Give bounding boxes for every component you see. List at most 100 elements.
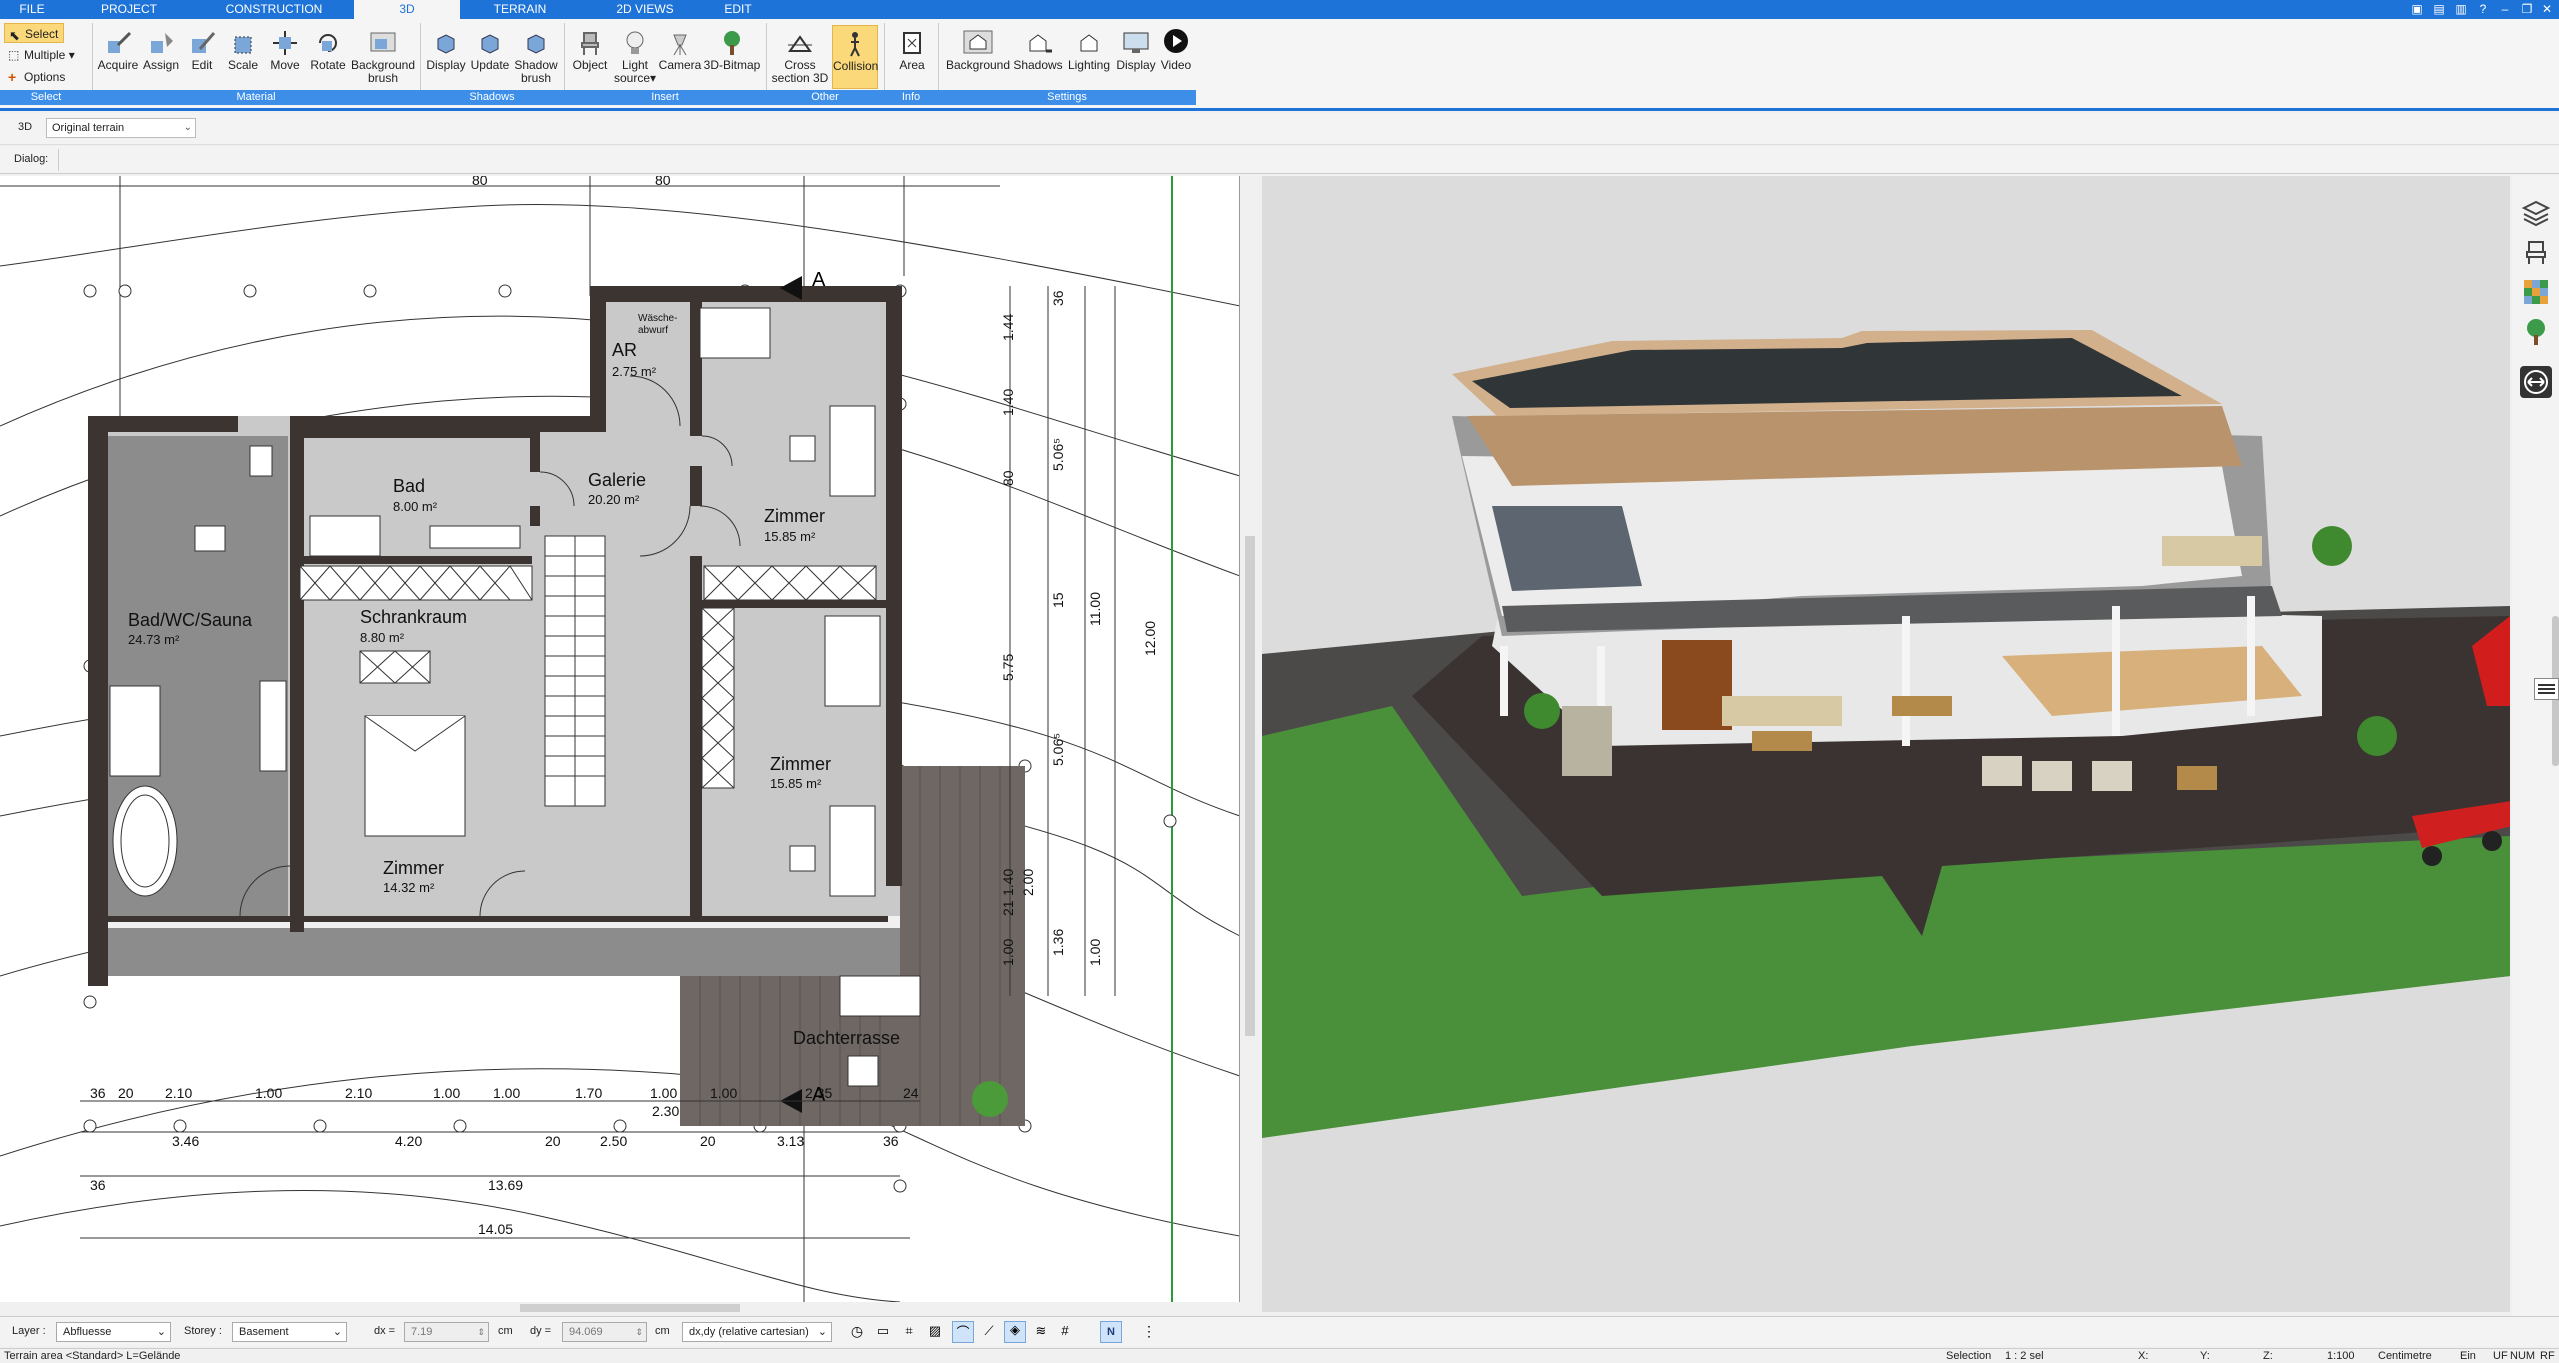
multiple-dropdown[interactable]: ⬚ Multiple ▾ [4, 45, 88, 65]
tab-construction[interactable]: CONSTRUCTION [194, 0, 354, 19]
tab-2d-views[interactable]: 2D VIEWS [580, 0, 710, 19]
layer-snap-icon[interactable]: ◈ [1004, 1321, 1026, 1343]
dx-unit: cm [498, 1325, 513, 1337]
terrain-select[interactable]: Original terrain ⌄ [46, 118, 196, 138]
paint-bucket-icon [151, 33, 173, 53]
room-name: Schrankraum [360, 607, 467, 627]
ein-indicator: Ein [2460, 1350, 2476, 1362]
materials-icon[interactable] [2520, 276, 2552, 308]
quick-print-icon[interactable]: ▥ [2453, 2, 2469, 17]
hatch-icon[interactable]: ≋ [1032, 1323, 1050, 1341]
cursor-icon: ⬉ [9, 28, 20, 43]
camera-icon [673, 34, 687, 56]
room-area: 8.00 m² [393, 499, 438, 514]
section-label-top: A [812, 269, 826, 291]
layer-select[interactable]: Abfluesse ⌄ [56, 1322, 171, 1342]
navigation-icon[interactable] [2520, 366, 2552, 398]
group-shadows-label: Shadows [469, 91, 515, 103]
chair-icon [581, 32, 599, 55]
dy-input[interactable]: 94.069 ⇕ [562, 1322, 647, 1342]
angle-snap-icon[interactable]: ⌒ [952, 1321, 974, 1343]
selection-label: Selection [1946, 1350, 1992, 1362]
options-button[interactable]: + Options [4, 67, 84, 87]
plant-icon [972, 1081, 1008, 1117]
svg-text:4.20: 4.20 [395, 1133, 422, 1149]
3d-view[interactable] [1262, 176, 2510, 1312]
quick-open-icon[interactable]: ▣ [2409, 2, 2425, 17]
layers-icon[interactable] [2520, 196, 2552, 228]
scrollbar-thumb[interactable] [1245, 536, 1255, 1036]
right-toolbar [2512, 176, 2559, 1316]
tab-file[interactable]: FILE [0, 0, 64, 19]
plan-horizontal-scrollbar[interactable] [0, 1302, 1240, 1314]
pencil-icon [192, 32, 216, 53]
laundry-label: Wäsche- [638, 313, 677, 324]
cube-brush-icon [527, 34, 545, 54]
svg-text:3.46: 3.46 [172, 1133, 199, 1149]
dx-input[interactable]: 7.19 ⇕ [404, 1322, 489, 1342]
chevron-down-icon: ⌄ [817, 1326, 827, 1338]
svg-text:5.75: 5.75 [1000, 654, 1016, 681]
ortho-icon[interactable]: ⟋ [980, 1323, 998, 1341]
room-area: 24.73 m² [128, 632, 180, 647]
room-area: 2.75 m² [612, 364, 657, 379]
help-icon[interactable]: ? [2475, 2, 2491, 17]
dy-unit: cm [655, 1325, 670, 1337]
chevron-down-icon: ⌄ [183, 122, 192, 133]
svg-text:12.00: 12.00 [1142, 621, 1158, 656]
coordinate-mode-select[interactable]: dx,dy (relative cartesian) ⌄ [682, 1322, 832, 1342]
uf-indicator: UF [2493, 1350, 2508, 1362]
rotate-icon [319, 34, 337, 52]
dialog-bar: Dialog: [0, 146, 2559, 174]
tab-3d[interactable]: 3D [354, 0, 460, 19]
scale-value: 1:100 [2327, 1350, 2355, 1362]
svg-text:24: 24 [903, 1085, 919, 1101]
furniture-catalog-icon[interactable] [2520, 236, 2552, 268]
room-name: Dachterrasse [793, 1028, 900, 1048]
floor-plan-view[interactable]: A A AR 2.75 m² Wäsche- abwurf Bad 8.00 m… [0, 176, 1240, 1302]
minimize-icon[interactable]: – [2497, 2, 2513, 17]
upper-interior [1492, 506, 1642, 591]
svg-text:20: 20 [545, 1133, 561, 1149]
scale-icon [234, 36, 252, 54]
svg-text:15: 15 [1050, 592, 1066, 608]
grid-icon[interactable]: # [1056, 1323, 1074, 1341]
north-icon[interactable]: N [1100, 1321, 1122, 1343]
svg-text:14.05: 14.05 [478, 1221, 513, 1237]
collision-button[interactable]: Collision [832, 25, 878, 89]
svg-text:1.70: 1.70 [575, 1085, 602, 1101]
quick-save-icon[interactable]: ▤ [2431, 2, 2447, 17]
monitor-icon[interactable]: ▭ [874, 1323, 892, 1341]
cube-refresh-icon [481, 34, 499, 54]
svg-text:1.00: 1.00 [710, 1085, 737, 1101]
tab-terrain[interactable]: TERRAIN [460, 0, 580, 19]
select-button[interactable]: ⬉ Select [4, 23, 64, 43]
floor-plan-drawing[interactable]: A A AR 2.75 m² Wäsche- abwurf Bad 8.00 m… [0, 176, 1240, 1302]
close-icon[interactable]: ✕ [2539, 2, 2555, 17]
group-select-label: Select [30, 91, 62, 103]
person-walk-icon [850, 32, 860, 57]
plants-icon[interactable] [2520, 316, 2552, 348]
tab-edit[interactable]: EDIT [710, 0, 766, 19]
group-info-label: Info [901, 91, 921, 103]
room-name: Zimmer [383, 858, 444, 878]
ribbon-group-labels: Select Material Shadows Insert Other Inf… [0, 90, 1196, 105]
restore-icon[interactable]: ❐ [2519, 2, 2535, 17]
snap-icon[interactable]: ⌗ [900, 1323, 918, 1341]
storey-select[interactable]: Basement ⌄ [232, 1322, 347, 1342]
input-status-bar: Layer : Abfluesse ⌄ Storey : Basement ⌄ dx… [0, 1316, 2559, 1346]
info-status-bar: Terrain area <Standard> L=Gelände Select… [0, 1348, 2559, 1362]
scrollbar-thumb[interactable] [520, 1304, 740, 1312]
svg-text:1.00: 1.00 [1087, 939, 1103, 966]
room-area: 15.85 m² [764, 529, 816, 544]
panel-menu-icon[interactable] [2534, 678, 2559, 700]
chevron-down-icon: ⌄ [332, 1326, 342, 1338]
svg-text:36: 36 [1050, 290, 1066, 306]
play-icon [1164, 29, 1188, 53]
plan-vertical-scrollbar[interactable] [1241, 176, 1261, 1302]
tab-project[interactable]: PROJECT [64, 0, 194, 19]
clock-icon[interactable]: ◷ [848, 1323, 866, 1341]
more-options-icon[interactable]: ⋮ [1142, 1323, 1156, 1341]
room-name: Galerie [588, 470, 646, 490]
object-snap-icon[interactable]: ▨ [926, 1323, 944, 1341]
